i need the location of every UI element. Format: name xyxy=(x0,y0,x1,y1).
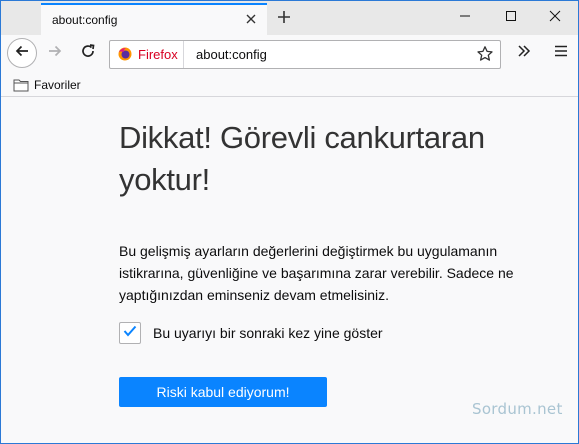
double-chevron-right-icon xyxy=(516,43,532,64)
back-button[interactable] xyxy=(7,38,37,68)
navigation-toolbar: Firefox about:config xyxy=(1,35,578,73)
checkmark-icon xyxy=(123,324,137,342)
folder-icon xyxy=(13,78,29,92)
bookmarks-toolbar: Favoriler xyxy=(1,73,578,97)
tab-title: about:config xyxy=(52,13,118,27)
hamburger-menu-icon xyxy=(553,43,569,64)
bookmark-folder-favoriler[interactable]: Favoriler xyxy=(13,77,81,93)
checkbox-label: Bu uyarıyı bir sonraki kez yine göster xyxy=(153,325,383,341)
plus-icon xyxy=(276,9,292,30)
browser-window: about:config Firefox about:config Favori… xyxy=(0,0,579,444)
arrow-left-icon xyxy=(14,43,30,64)
identity-label: Firefox xyxy=(138,47,178,62)
close-icon xyxy=(549,9,561,27)
close-tab-icon[interactable] xyxy=(243,11,259,27)
accept-risk-button[interactable]: Riski kabul ediyorum! xyxy=(119,377,327,407)
tab-about-config[interactable]: about:config xyxy=(41,3,267,35)
firefox-logo-icon xyxy=(118,47,132,61)
reload-button[interactable] xyxy=(73,38,103,68)
warning-text: Bu gelişmiş ayarların değerlerini değişt… xyxy=(119,243,514,303)
minimize-icon xyxy=(459,9,471,27)
app-menu-button[interactable] xyxy=(546,38,576,68)
new-tab-button[interactable] xyxy=(271,6,297,32)
toolbar-overflow-button[interactable] xyxy=(509,38,539,68)
bookmark-label: Favoriler xyxy=(34,78,81,92)
close-window-button[interactable] xyxy=(532,1,578,35)
forward-button[interactable] xyxy=(40,38,70,68)
url-bar[interactable]: Firefox about:config xyxy=(109,40,501,69)
minimize-button[interactable] xyxy=(442,1,488,35)
show-warning-checkbox-row[interactable]: Bu uyarıyı bir sonraki kez yine göster xyxy=(119,322,383,344)
maximize-icon xyxy=(505,9,517,27)
maximize-button[interactable] xyxy=(488,1,534,35)
show-warning-checkbox[interactable] xyxy=(119,322,141,344)
page-content: Dikkat! Görevli cankurtaran yoktur! Bu g… xyxy=(1,98,578,443)
page-title: Dikkat! Görevli cankurtaran yoktur! xyxy=(119,120,485,197)
url-text[interactable]: about:config xyxy=(196,47,267,62)
reload-icon xyxy=(80,43,96,64)
bookmark-star-icon[interactable] xyxy=(476,45,494,63)
site-identity[interactable]: Firefox xyxy=(110,41,184,68)
arrow-right-icon xyxy=(47,43,63,64)
tab-strip: about:config xyxy=(1,1,578,35)
watermark: Sordum.net xyxy=(472,400,563,418)
